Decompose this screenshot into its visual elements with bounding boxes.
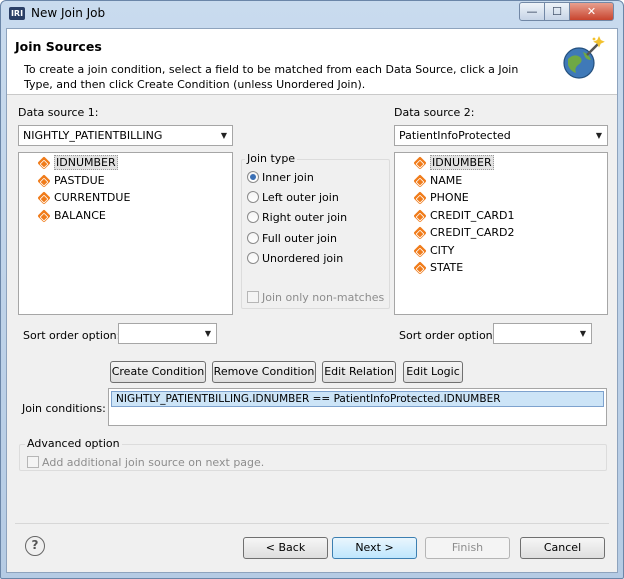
- radio-icon: [247, 191, 259, 203]
- data-source-2-select[interactable]: PatientInfoProtected ▼: [394, 125, 608, 146]
- source-2-field-credit-card2[interactable]: CREDIT_CARD2: [411, 224, 607, 242]
- field-icon: [413, 156, 427, 170]
- add-join-source-checkbox[interactable]: Add additional join source on next page.: [27, 456, 264, 469]
- minimize-button[interactable]: —: [519, 2, 545, 21]
- source-2-field-city[interactable]: CITY: [411, 242, 607, 260]
- edit-relation-button[interactable]: Edit Relation: [322, 361, 396, 383]
- field-icon: [37, 208, 51, 223]
- chevron-down-icon: ▼: [579, 329, 586, 338]
- radio-icon: [247, 232, 259, 244]
- data-source-1-value: NIGHTLY_PATIENTBILLING: [23, 129, 163, 142]
- create-condition-button[interactable]: Create Condition: [110, 361, 206, 383]
- join-type-legend: Join type: [245, 152, 298, 165]
- checkbox-icon: [27, 456, 39, 468]
- close-button[interactable]: ✕: [569, 2, 614, 21]
- dialog-body: Join Sources To create a join condition,…: [6, 28, 618, 573]
- globe-wizard-icon: [563, 36, 605, 79]
- field-icon: [37, 191, 51, 205]
- window-title: New Join Job: [31, 6, 106, 20]
- field-icon: [413, 226, 427, 240]
- source-2-field-idnumber[interactable]: IDNUMBER: [411, 154, 607, 172]
- join-only-non-matches-checkbox[interactable]: Join only non-matches: [247, 291, 384, 304]
- join-conditions-list[interactable]: NIGHTLY_PATIENTBILLING.IDNUMBER == Patie…: [108, 388, 607, 426]
- radio-checked-icon: [247, 171, 259, 183]
- iri-app-icon: IRI: [9, 7, 25, 20]
- source-1-field-balance[interactable]: BALANCE: [35, 207, 232, 225]
- source-2-field-state[interactable]: STATE: [411, 259, 607, 277]
- checkbox-icon: [247, 291, 259, 303]
- new-join-job-window: IRI New Join Job — ☐ ✕ Join Sources To c…: [0, 0, 624, 579]
- field-icon: [37, 156, 51, 170]
- field-icon: [413, 191, 427, 205]
- right-outer-join-radio[interactable]: Right outer join: [247, 211, 347, 224]
- radio-icon: [247, 252, 259, 264]
- data-source-2-fields-list[interactable]: IDNUMBER NAME PHONE CREDIT_CARD1 CREDIT_…: [394, 152, 608, 315]
- advanced-option-legend: Advanced option: [25, 437, 122, 450]
- chevron-down-icon: ▼: [220, 131, 227, 140]
- maximize-button[interactable]: ☐: [544, 2, 570, 21]
- next-button[interactable]: Next >: [332, 537, 417, 559]
- back-button[interactable]: < Back: [243, 537, 328, 559]
- page-title: Join Sources: [15, 39, 102, 54]
- data-source-2-label: Data source 2:: [394, 106, 475, 119]
- wizard-banner: Join Sources To create a join condition,…: [7, 29, 617, 95]
- radio-icon: [247, 211, 259, 223]
- sort-order-1-label: Sort order option:: [23, 329, 121, 342]
- field-icon: [413, 208, 427, 223]
- footer-separator: [15, 523, 609, 524]
- data-source-1-label: Data source 1:: [18, 106, 99, 119]
- sort-order-2-select[interactable]: ▼: [493, 323, 592, 344]
- data-source-1-fields-list[interactable]: IDNUMBER PASTDUE CURRENTDUE BALANCE: [18, 152, 233, 315]
- unordered-join-radio[interactable]: Unordered join: [247, 252, 343, 265]
- edit-logic-button[interactable]: Edit Logic: [403, 361, 463, 383]
- field-icon: [413, 261, 427, 275]
- finish-button[interactable]: Finish: [425, 537, 510, 559]
- cancel-button[interactable]: Cancel: [520, 537, 605, 559]
- help-icon[interactable]: ?: [25, 536, 45, 556]
- page-description: To create a join condition, select a fie…: [24, 63, 519, 91]
- data-source-2-value: PatientInfoProtected: [399, 129, 511, 142]
- sort-order-2-label: Sort order option:: [399, 329, 497, 342]
- join-condition-item[interactable]: NIGHTLY_PATIENTBILLING.IDNUMBER == Patie…: [111, 391, 604, 407]
- field-icon: [413, 173, 427, 188]
- left-outer-join-radio[interactable]: Left outer join: [247, 191, 339, 204]
- sort-order-1-select[interactable]: ▼: [118, 323, 217, 344]
- field-icon: [37, 173, 51, 188]
- inner-join-radio[interactable]: Inner join: [247, 171, 314, 184]
- chevron-down-icon: ▼: [595, 131, 602, 140]
- source-1-field-pastdue[interactable]: PASTDUE: [35, 172, 232, 190]
- remove-condition-button[interactable]: Remove Condition: [212, 361, 316, 383]
- join-conditions-label: Join conditions:: [22, 402, 106, 415]
- source-1-field-idnumber[interactable]: IDNUMBER: [35, 154, 232, 172]
- source-1-field-currentdue[interactable]: CURRENTDUE: [35, 189, 232, 207]
- title-bar[interactable]: IRI New Join Job — ☐ ✕: [1, 1, 623, 27]
- data-source-1-select[interactable]: NIGHTLY_PATIENTBILLING ▼: [18, 125, 233, 146]
- chevron-down-icon: ▼: [204, 329, 211, 338]
- source-2-field-name[interactable]: NAME: [411, 172, 607, 190]
- full-outer-join-radio[interactable]: Full outer join: [247, 232, 337, 245]
- source-2-field-credit-card1[interactable]: CREDIT_CARD1: [411, 207, 607, 225]
- source-2-field-phone[interactable]: PHONE: [411, 189, 607, 207]
- field-icon: [413, 243, 427, 258]
